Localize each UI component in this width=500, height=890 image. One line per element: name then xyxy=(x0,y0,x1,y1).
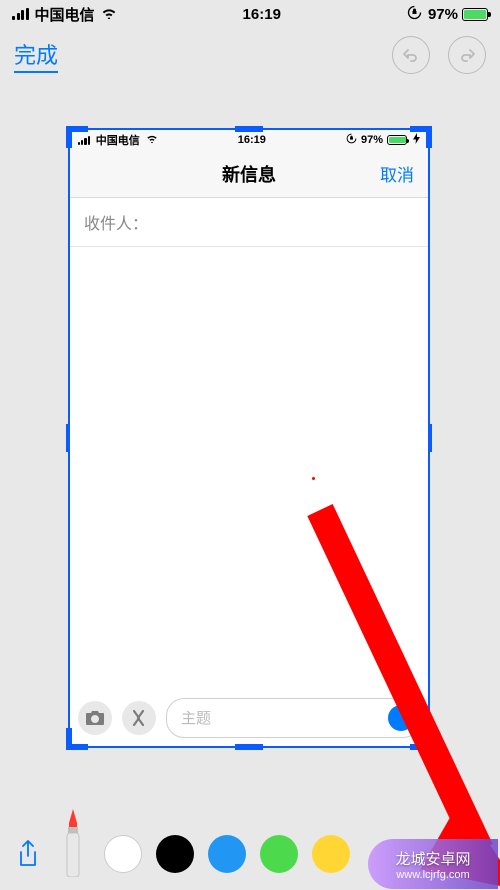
send-button[interactable] xyxy=(388,705,414,731)
subject-input[interactable] xyxy=(181,710,380,727)
inner-battery-pct: 97% xyxy=(361,134,383,146)
redo-button[interactable] xyxy=(448,36,486,74)
cancel-button[interactable]: 取消 xyxy=(380,161,414,186)
battery-icon xyxy=(387,135,407,145)
crop-handle-edge[interactable] xyxy=(235,126,263,132)
wifi-icon xyxy=(146,134,158,146)
inner-status-bar: 中国电信 16:19 97% xyxy=(70,130,428,150)
done-button[interactable]: 完成 xyxy=(14,38,58,73)
inner-carrier-label: 中国电信 xyxy=(96,132,140,148)
inner-nav-title: 新信息 xyxy=(222,161,276,187)
undo-button[interactable] xyxy=(392,36,430,74)
apps-button[interactable] xyxy=(122,701,156,735)
status-left: 中国电信 xyxy=(12,4,117,25)
signal-icon xyxy=(12,8,29,20)
crop-handle-corner[interactable] xyxy=(66,728,72,750)
color-swatch-white[interactable] xyxy=(104,835,142,873)
crop-handle-corner[interactable] xyxy=(426,126,432,148)
inner-status-time: 16:19 xyxy=(238,134,266,146)
inner-orientation-lock-icon xyxy=(346,133,357,147)
color-palette xyxy=(104,835,350,873)
charging-icon xyxy=(413,133,420,147)
crop-handle-corner[interactable] xyxy=(426,728,432,750)
compose-row xyxy=(78,698,420,738)
undo-redo-group xyxy=(392,36,486,74)
red-dot-mark xyxy=(312,477,315,480)
subject-input-container xyxy=(166,698,421,738)
inner-status-right: 97% xyxy=(346,133,420,147)
orientation-lock-icon xyxy=(407,5,422,23)
screenshot-crop-frame[interactable]: 中国电信 16:19 97% 新信息 取消 收件人： xyxy=(68,128,430,748)
status-right: 97% xyxy=(407,5,488,23)
signal-icon xyxy=(78,136,90,145)
outer-status-bar: 中国电信 16:19 97% xyxy=(0,0,500,28)
watermark-url: www.lcjrfg.com xyxy=(396,869,469,881)
crop-handle-corner[interactable] xyxy=(66,126,72,148)
battery-pct: 97% xyxy=(428,6,458,23)
color-swatch-yellow[interactable] xyxy=(312,835,350,873)
carrier-label: 中国电信 xyxy=(35,4,95,25)
pen-tool[interactable] xyxy=(60,809,86,877)
wifi-icon xyxy=(101,6,117,22)
share-button[interactable] xyxy=(14,837,42,873)
inner-nav-bar: 新信息 取消 xyxy=(70,150,428,198)
message-body[interactable] xyxy=(70,247,428,667)
recipient-field[interactable]: 收件人： xyxy=(70,198,428,247)
battery-icon xyxy=(462,8,488,21)
color-swatch-green[interactable] xyxy=(260,835,298,873)
watermark-title: 龙城安卓网 xyxy=(395,848,470,869)
status-time: 16:19 xyxy=(243,6,281,23)
camera-button[interactable] xyxy=(78,701,112,735)
color-swatch-black[interactable] xyxy=(156,835,194,873)
watermark: 龙城安卓网 www.lcjrfg.com xyxy=(368,839,498,889)
crop-handle-edge[interactable] xyxy=(235,744,263,750)
color-swatch-blue[interactable] xyxy=(208,835,246,873)
recipient-label: 收件人： xyxy=(84,216,148,233)
inner-status-left: 中国电信 xyxy=(78,132,158,148)
markup-top-toolbar: 完成 xyxy=(0,28,500,88)
